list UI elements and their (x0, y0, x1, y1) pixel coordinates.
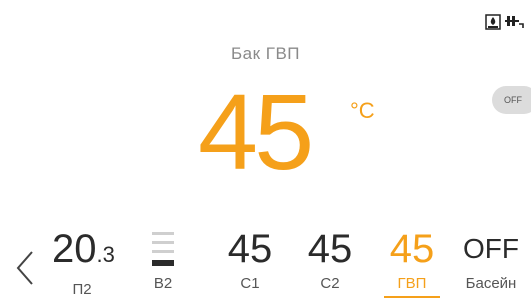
zone-pool-value: OFF (463, 233, 519, 264)
zone-v2[interactable]: В2 (138, 226, 188, 292)
zone-v2-label: В2 (153, 275, 173, 292)
tank-icon (485, 14, 501, 30)
page-title: Бак ГВП (230, 44, 301, 63)
zone-dhw-label: ГВП (397, 275, 427, 292)
off-toggle[interactable]: OFF (492, 86, 531, 114)
chevron-left-icon[interactable] (14, 248, 38, 288)
zone-p2[interactable]: 20.3 П2 (52, 226, 115, 298)
zone-dhw-value: 45 (389, 227, 435, 271)
zone-c2-value: 45 (307, 227, 353, 271)
zone-c1-value: 45 (227, 227, 273, 271)
zone-pool-label: Басейн (465, 275, 517, 292)
zone-p2-value: 20.3 (52, 227, 115, 271)
active-zone-underline (384, 296, 440, 298)
dhw-tank-screen: Бак ГВП 45 °C OFF 20.3 П2 В2 45 С1 45 С2… (0, 0, 531, 304)
zone-dhw[interactable]: 45 ГВП (382, 226, 442, 298)
setpoint-temperature[interactable]: 45 (198, 78, 314, 186)
status-icons (485, 14, 525, 30)
level-bars-icon (149, 228, 177, 272)
zone-c2[interactable]: 45 С2 (300, 226, 360, 292)
temperature-unit: °C (350, 98, 375, 123)
zone-c2-label: С2 (320, 275, 340, 292)
zone-p2-label: П2 (72, 281, 92, 298)
zone-c1-label: С1 (240, 275, 260, 292)
off-toggle-label: OFF (504, 95, 522, 105)
zone-c1[interactable]: 45 С1 (220, 226, 280, 292)
zone-pool[interactable]: OFF Басейн (456, 226, 526, 292)
heat-exchanger-icon (505, 14, 525, 30)
